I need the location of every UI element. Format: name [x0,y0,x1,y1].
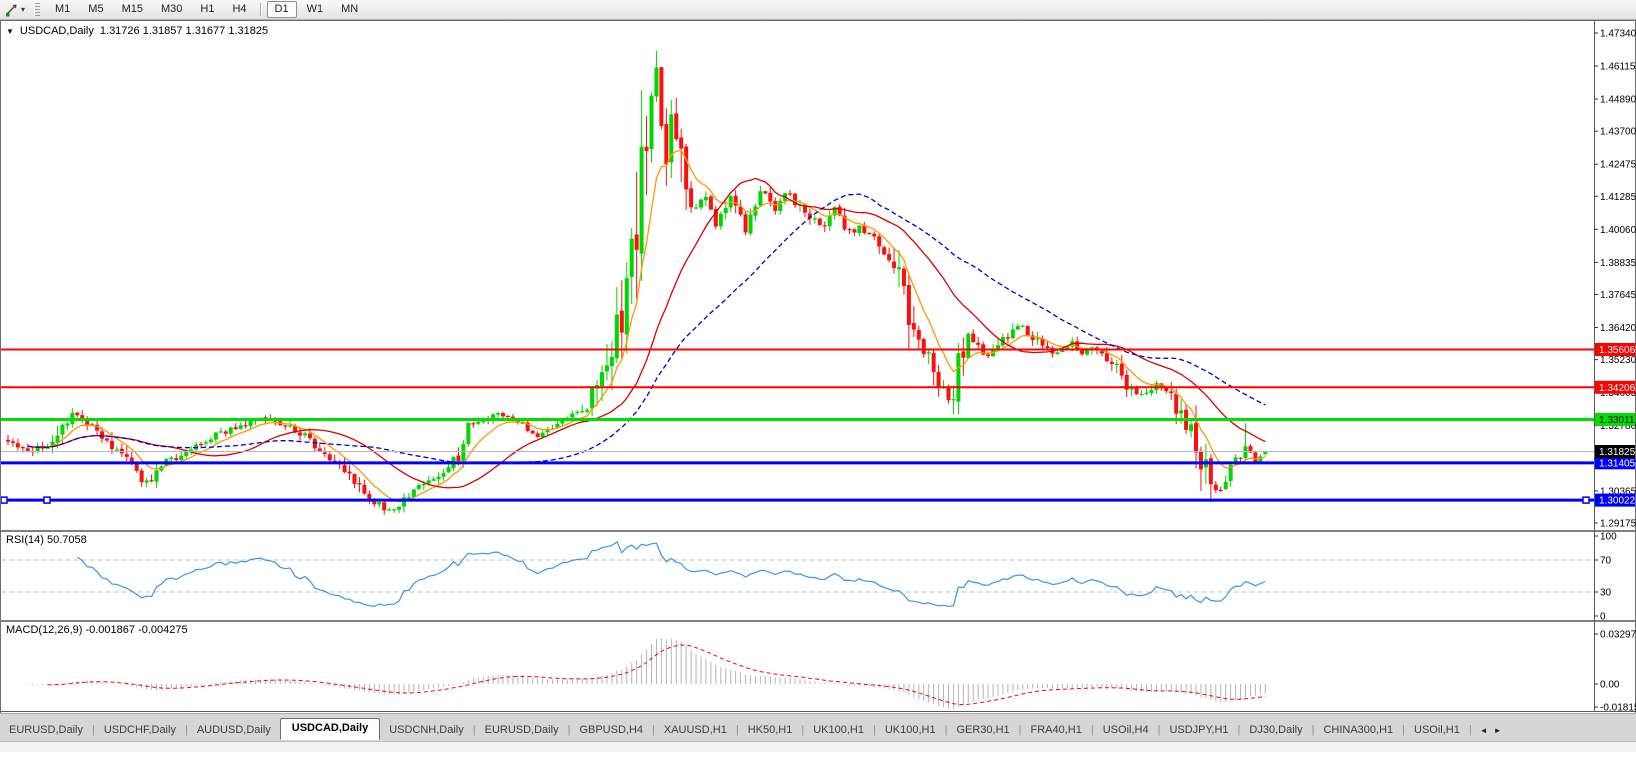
chart-tab-fra40-h1[interactable]: FRA40,H1 [1022,721,1091,740]
y-axis-tick: 1.47340 [1600,29,1636,40]
timeframe-button-m1[interactable]: M1 [47,1,78,18]
price-level-label: 1.35606 [1599,345,1636,356]
price-level-label: 1.34206 [1599,383,1636,394]
y-axis-tick: 1.29175 [1600,518,1636,529]
chart-ohlc-quotes: 1.31726 1.31857 1.31677 1.31825 [99,25,269,37]
chart-title: ▼ USDCAD,Daily 1.31726 1.31857 1.31677 1… [6,25,268,37]
rsi-indicator-label: RSI(14) 50.7058 [6,534,87,546]
hline-handle[interactable] [43,496,51,504]
chart-tab-dj30-daily[interactable]: DJ30,Daily [1240,721,1311,740]
chart-tab-hk50-h1[interactable]: HK50,H1 [739,721,802,740]
chart-tab-usdcad-daily[interactable]: USDCAD,Daily [279,718,381,740]
y-axis-tick: 1.44890 [1600,95,1636,106]
timeframe-button-h4[interactable]: H4 [224,1,254,18]
chart-tab-eurusd-daily[interactable]: EURUSD,Daily [476,721,568,740]
hline-handle[interactable] [1582,496,1590,504]
toolbar-grip-handle[interactable] [34,3,41,16]
rsi-axis-tick: 0 [1600,612,1606,623]
chart-tab-uk100-h1[interactable]: UK100,H1 [804,721,873,740]
y-axis-tick: 1.41285 [1600,192,1636,203]
price-chart-canvas: 1.47340 1.46115 1.44890 1.43700 1.42475 1.412… [0,20,1636,749]
chart-tab-uk100-h1[interactable]: UK100,H1 [876,721,945,740]
tab-bar-bottom-strip [0,741,1636,752]
y-axis-tick: 1.43700 [1600,127,1636,138]
rsi-axis-tick: 70 [1600,556,1612,567]
timeframe-button-m30[interactable]: M30 [153,1,190,18]
macd-axis-tick: -0.01815 [1600,703,1636,714]
chart-tab-china300-h1[interactable]: CHINA300,H1 [1314,721,1402,740]
timeframe-button-h1[interactable]: H1 [192,1,222,18]
timeframe-button-m5[interactable]: M5 [80,1,111,18]
y-axis-tick: 1.36420 [1600,323,1636,334]
chart-tab-ger30-h1[interactable]: GER30,H1 [947,721,1018,740]
tab-scroll-left-icon[interactable]: ◄ [1480,726,1488,735]
chart-tab-usdchf-daily[interactable]: USDCHF,Daily [95,721,185,740]
y-axis-tick: 1.37645 [1600,290,1636,301]
timeframe-toolbar: ▾ M1 M5 M15 M30 H1 H4 D1 W1 MN [0,0,1636,20]
chart-tab-gbpusd-h4[interactable]: GBPUSD,H4 [570,721,652,740]
y-axis-tick: 1.42475 [1600,160,1636,171]
chart-tab-eurusd-daily[interactable]: EURUSD,Daily [0,721,92,740]
price-level-label: 1.33011 [1599,415,1635,426]
chart-symbol-period: USDCAD,Daily [19,25,94,37]
trading-platform-window: ▾ M1 M5 M15 M30 H1 H4 D1 W1 MN 1.47340 1.46115 1.4… [0,0,1636,769]
hline-handle[interactable] [0,496,8,504]
macd-indicator-label: MACD(12,26,9) -0.001867 -0.004275 [6,624,188,636]
chart-tab-usoil-h1[interactable]: USOil,H1 [1405,721,1469,740]
chart-tab-bar: EURUSD,Daily | USDCHF,Daily | AUDUSD,Daily US… [0,713,1636,752]
y-axis-tick: 1.40060 [1600,225,1636,236]
y-axis-tick: 1.38835 [1600,258,1636,269]
y-axis-tick: 1.35230 [1600,355,1636,366]
toolbar-separator [259,3,262,16]
cursor-line-tool-icon [6,4,17,16]
tab-scroll-right-icon[interactable]: ► [1494,726,1502,735]
chart-tab-usdjpy-h1[interactable]: USDJPY,H1 [1160,721,1237,740]
chart-tab-xauusd-h1[interactable]: XAUUSD,H1 [655,721,736,740]
chart-area[interactable]: 1.47340 1.46115 1.44890 1.43700 1.42475 1.412… [0,19,1636,769]
chart-tab-usoil-h4[interactable]: USOil,H4 [1094,721,1158,740]
rsi-axis-tick: 100 [1600,532,1617,543]
price-level-label: 1.31825 [1599,447,1636,458]
tab-separator: | [1468,724,1472,736]
chart-collapse-icon[interactable]: ▼ [6,27,14,36]
y-axis-tick: 1.46115 [1600,62,1636,73]
chart-tab-audusd-daily[interactable]: AUDUSD,Daily [188,721,280,740]
macd-axis-tick: 0.032972 [1600,630,1636,641]
tab-scroll-buttons: ◄ ► [1480,726,1508,735]
chart-tab-usdcnh-daily[interactable]: USDCNH,Daily [380,721,473,740]
price-level-label: 1.30022 [1599,496,1636,507]
tool-dropdown-caret-icon[interactable]: ▾ [21,5,25,14]
rsi-axis-tick: 30 [1600,588,1612,599]
cursor-line-tool-button[interactable]: ▾ [2,2,27,18]
timeframe-button-m15[interactable]: M15 [114,1,151,18]
timeframe-button-mn[interactable]: MN [333,1,366,18]
price-level-label: 1.31405 [1599,458,1636,469]
macd-axis-tick: 0.00 [1600,680,1620,691]
timeframe-button-d1[interactable]: D1 [266,1,297,18]
timeframe-button-w1[interactable]: W1 [299,1,332,18]
